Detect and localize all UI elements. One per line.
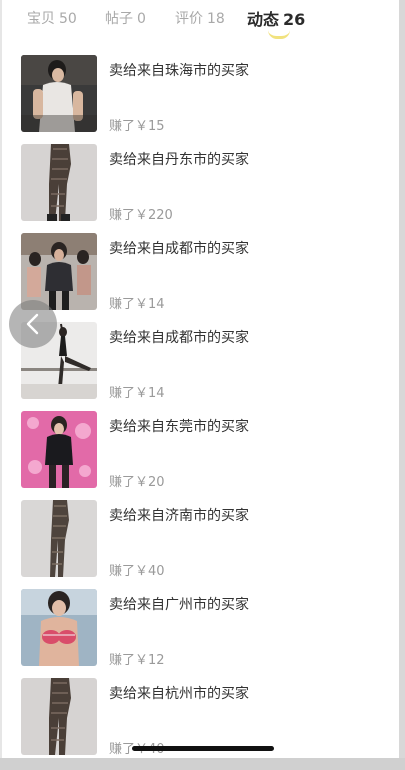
item-thumbnail[interactable] <box>21 500 97 577</box>
photo-woman-white-dress <box>21 55 97 132</box>
item-thumbnail[interactable] <box>21 411 97 488</box>
item-earned: 赚了￥40 <box>109 564 165 579</box>
list-item[interactable]: 卖给来自杭州市的买家 赚了￥40 <box>0 678 405 767</box>
photo-patterned-stockings <box>21 144 97 221</box>
photo-patterned-stockings <box>21 500 97 577</box>
list-item[interactable]: 卖给来自成都市的买家 赚了￥14 <box>0 322 405 411</box>
list-item[interactable]: 卖给来自珠海市的买家 赚了￥15 <box>0 55 405 144</box>
item-title: 卖给来自杭州市的买家 <box>109 686 249 702</box>
photo-patterned-stockings <box>21 678 97 755</box>
item-thumbnail[interactable] <box>21 144 97 221</box>
tab-count: 50 <box>59 11 77 27</box>
tab-label: 宝贝 <box>27 11 55 27</box>
tab-tiezi[interactable]: 帖子 0 <box>105 8 146 28</box>
item-earned: 赚了￥14 <box>109 386 165 401</box>
chevron-left-icon <box>26 313 39 335</box>
list-item[interactable]: 卖给来自东莞市的买家 赚了￥20 <box>0 411 405 500</box>
photo-dance-class <box>21 233 97 310</box>
tab-pingjia[interactable]: 评价 18 <box>175 8 225 28</box>
item-title: 卖给来自珠海市的买家 <box>109 63 249 79</box>
item-title: 卖给来自丹东市的买家 <box>109 152 249 168</box>
item-earned: 赚了￥14 <box>109 297 165 312</box>
home-indicator[interactable] <box>132 746 274 751</box>
tab-baobei[interactable]: 宝贝 50 <box>27 8 77 28</box>
tab-label: 动态 <box>247 10 280 29</box>
item-earned: 赚了￥20 <box>109 475 165 490</box>
tab-count: 0 <box>137 11 146 27</box>
item-title: 卖给来自济南市的买家 <box>109 508 249 524</box>
item-earned: 赚了￥220 <box>109 208 173 223</box>
item-title: 卖给来自成都市的买家 <box>109 241 249 257</box>
item-thumbnail[interactable] <box>21 55 97 132</box>
app-screen: 宝贝 50 帖子 0 评价 18 动态 26 卖给来自珠海市的买家 赚了￥15 … <box>0 0 405 770</box>
item-thumbnail[interactable] <box>21 233 97 310</box>
item-thumbnail[interactable] <box>21 678 97 755</box>
list-item[interactable]: 卖给来自丹东市的买家 赚了￥220 <box>0 144 405 233</box>
tab-count: 26 <box>283 10 306 29</box>
list-item[interactable]: 卖给来自成都市的买家 赚了￥14 <box>0 233 405 322</box>
item-earned: 赚了￥12 <box>109 653 165 668</box>
bottom-bar <box>0 758 405 770</box>
back-button[interactable] <box>9 300 57 348</box>
tab-label: 评价 <box>175 11 203 27</box>
profile-tabs: 宝贝 50 帖子 0 评价 18 动态 26 <box>0 0 405 42</box>
item-title: 卖给来自东莞市的买家 <box>109 419 249 435</box>
activity-feed: 卖给来自珠海市的买家 赚了￥15 卖给来自丹东市的买家 赚了￥220 卖给来自成… <box>0 55 405 767</box>
list-item[interactable]: 卖给来自广州市的买家 赚了￥12 <box>0 589 405 678</box>
tab-dongtai[interactable]: 动态 26 <box>247 6 305 30</box>
item-thumbnail[interactable] <box>21 589 97 666</box>
tab-label: 帖子 <box>105 11 133 27</box>
item-title: 卖给来自广州市的买家 <box>109 597 249 613</box>
item-title: 卖给来自成都市的买家 <box>109 330 249 346</box>
item-earned: 赚了￥15 <box>109 119 165 134</box>
photo-swimwear <box>21 589 97 666</box>
list-item[interactable]: 卖给来自济南市的买家 赚了￥40 <box>0 500 405 589</box>
tab-count: 18 <box>207 11 225 27</box>
active-tab-indicator <box>268 30 290 39</box>
photo-pink-backdrop <box>21 411 97 488</box>
